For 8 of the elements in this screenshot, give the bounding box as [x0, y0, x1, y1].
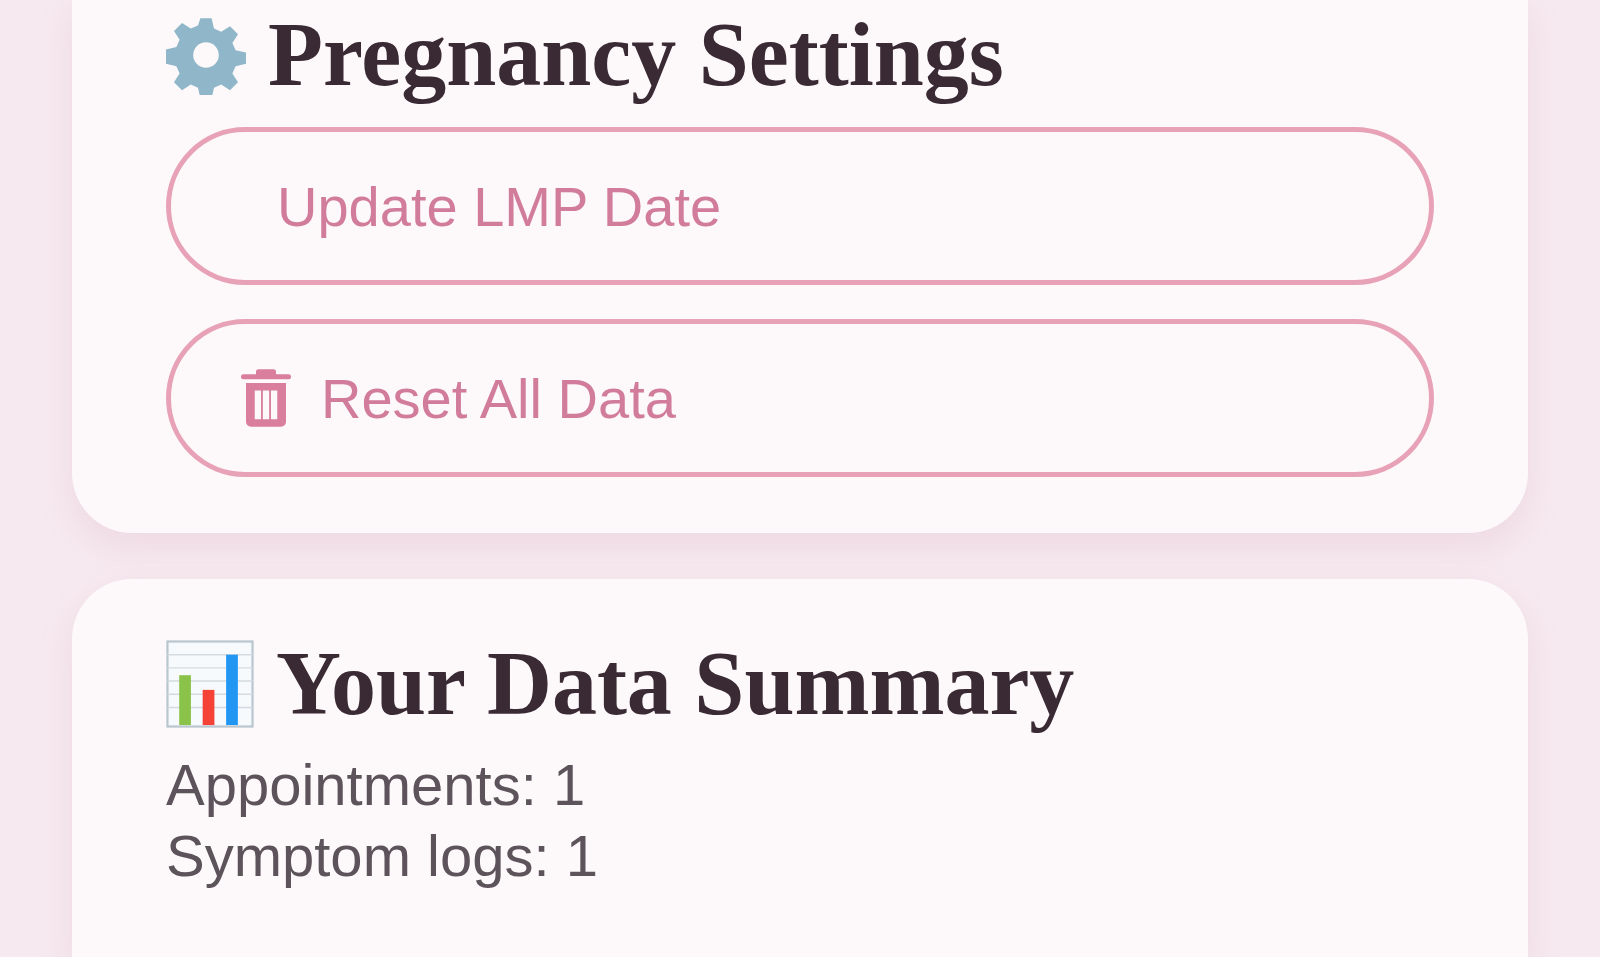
reset-button[interactable]: Reset All Data	[166, 319, 1434, 478]
bar-chart-icon	[166, 639, 254, 728]
summary-stat: Symptom logs: 1	[166, 822, 599, 891]
update-button[interactable]: Update LMP Date	[166, 127, 1434, 286]
summary-stat: Appointments: 1	[166, 751, 587, 820]
section-title: Pregnancy Settings	[268, 6, 1004, 104]
section-title: Your Data Summary	[276, 635, 1075, 733]
trash-icon	[241, 368, 291, 429]
